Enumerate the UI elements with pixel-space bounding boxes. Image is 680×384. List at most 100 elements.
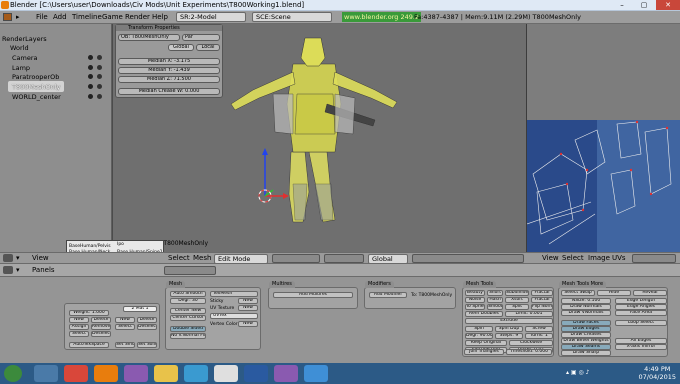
blender-icon[interactable] [94,365,118,382]
uv-layout[interactable] [527,24,680,252]
outliner-item-renderlayers[interactable]: RenderLayers [2,35,47,43]
cursor-icon[interactable] [97,74,102,79]
add-modifier-button[interactable]: Add Modifier [369,292,407,298]
texmesh-field[interactable]: TexMesh [210,291,258,297]
deselect-mat-button[interactable]: Deselect [137,324,157,330]
modifiers-tab[interactable]: Modifiers [365,281,394,288]
menu-mesh[interactable]: Mesh [193,254,211,262]
collapse-icon[interactable]: ▾ [16,266,20,274]
eye-icon[interactable] [88,55,93,60]
double-sided-button[interactable]: Double Sided [170,326,206,332]
rem-doubles-button[interactable]: Rem Doubles [465,311,503,317]
turns-field[interactable]: Turns: 1 [525,333,553,339]
menu-add[interactable]: Add [53,13,67,21]
select-mat-button[interactable]: Select [115,324,135,330]
scene-selector[interactable]: SCE:Scene [252,12,332,22]
outliner-item-camera[interactable]: Camera [12,54,38,62]
hide-button[interactable]: Hide [597,290,631,296]
menu-game[interactable]: Game [102,13,123,21]
paint-icon[interactable] [214,365,238,382]
file-explorer-icon[interactable] [154,365,178,382]
outliner-item-world-center[interactable]: WORLD_center [12,93,61,101]
xsort-button[interactable]: Xsort [505,297,529,303]
draw-sharp-button[interactable]: Draw Sharp [561,350,611,356]
screen-selector[interactable]: SR:2-Model [176,12,246,22]
weight-field[interactable]: Weight: 1.000 [69,310,109,316]
screw-button[interactable]: Screw [525,326,553,332]
spin-dup-button[interactable]: Spin Dup [495,326,523,332]
uv-image-editor[interactable] [526,24,680,252]
mesh-tools-tab[interactable]: Mesh Tools [463,281,497,288]
dropdown-item[interactable]: BaseHuman/Pelvis [69,244,111,249]
cursor-icon[interactable] [97,55,102,60]
median-y-field[interactable]: Median Y: -1.439 [118,67,220,74]
uv-new-button[interactable]: New [238,305,258,311]
draw-vnormals-button[interactable]: Draw VNormals [561,310,611,316]
word-icon[interactable] [244,365,268,382]
loop-select-button[interactable]: Loop Select [615,320,667,326]
degr-spin-field[interactable]: Degr: 90.00 [465,333,493,339]
uvtex-field[interactable]: UVTex [210,313,258,319]
outliner-item-paratrooper[interactable]: ParatrooperOb [12,73,59,81]
no-vnormal-flip-button[interactable]: No V.Normal Flip [170,333,206,339]
menu-view[interactable]: View [32,254,49,262]
extrude-button[interactable]: Extrude [465,318,553,324]
eye-icon[interactable] [88,94,93,99]
menu-file[interactable]: File [36,13,48,21]
deselect-button[interactable]: Deselect [91,331,111,337]
panels-menu[interactable]: Panels [32,266,55,274]
parent-field[interactable]: Par [182,34,220,41]
threshold-field[interactable]: Threshold: 0.000 [506,349,552,355]
material-index-field[interactable]: 2 Mat 1 [123,306,157,312]
vcol-new-button[interactable]: New [238,321,258,327]
flip-normal-button[interactable]: Flip Normal [531,304,553,310]
keep-original-button[interactable]: Keep Original [465,340,507,346]
eye-icon[interactable] [88,65,93,70]
to-sphere-button[interactable]: To Sphere [465,304,485,310]
reveal-button[interactable]: Reveal [633,290,667,296]
select-swap-button[interactable]: Select Swap [561,290,595,296]
window-type-icon[interactable] [3,254,13,262]
sticky-new-button[interactable]: New [238,298,258,304]
clockwise-button[interactable]: Clockwise [509,340,553,346]
start-orb-icon[interactable] [4,365,22,382]
split-button[interactable]: Split [505,304,529,310]
menu-help[interactable]: Help [152,13,168,21]
layer-buttons[interactable] [412,254,524,263]
collapse-icon[interactable]: ▸ [16,13,20,21]
context-buttons[interactable] [164,266,216,275]
menu-view-uv[interactable]: View [542,254,559,262]
mesh-tab[interactable]: Mesh [166,281,186,288]
minimize-button[interactable]: – [612,0,632,10]
center-cursor-button[interactable]: Center Cursor [170,315,206,321]
new-button[interactable]: New [69,317,89,323]
steps-field[interactable]: Steps: 9 [495,333,523,339]
median-z-field[interactable]: Median Z: 71.500 [118,76,220,83]
delete-mat-button[interactable]: Delete [137,317,157,323]
menu-timeline[interactable]: Timeline [72,13,102,21]
cursor-icon[interactable] [97,84,102,89]
explorer-icon[interactable] [34,365,58,382]
median-crease-field[interactable]: Median Crease W: 0.000 [118,88,220,95]
winrar-icon[interactable] [124,365,148,382]
image-icon[interactable] [304,365,328,382]
draw-type-buttons[interactable] [272,254,320,263]
center-new-button[interactable]: Center New [170,308,206,314]
pivot-buttons[interactable] [324,254,364,263]
short-button[interactable]: Short [487,290,503,296]
select-button[interactable]: Select [69,331,89,337]
orientation-selector[interactable]: Global [368,254,408,264]
eye-icon[interactable] [88,84,93,89]
median-x-field[interactable]: Median X: -3.175 [118,58,220,65]
cursor-icon[interactable] [97,94,102,99]
clock[interactable]: 4:49 PM 07/04/2015 [639,365,676,381]
mode-selector[interactable]: Edit Mode [214,254,268,264]
join-triangles-button[interactable]: Join Triangles [464,349,504,355]
menu-select[interactable]: Select [168,254,190,262]
multires-tab[interactable]: Multires [269,281,295,288]
x-axis-mirror-button[interactable]: X-axis mirror [615,344,667,350]
degr-field[interactable]: Degr: 30 [170,298,206,304]
cursor-icon[interactable] [97,65,102,70]
outliner-item-lamp[interactable]: Lamp [12,64,30,72]
menu-select-uv[interactable]: Select [562,254,584,262]
